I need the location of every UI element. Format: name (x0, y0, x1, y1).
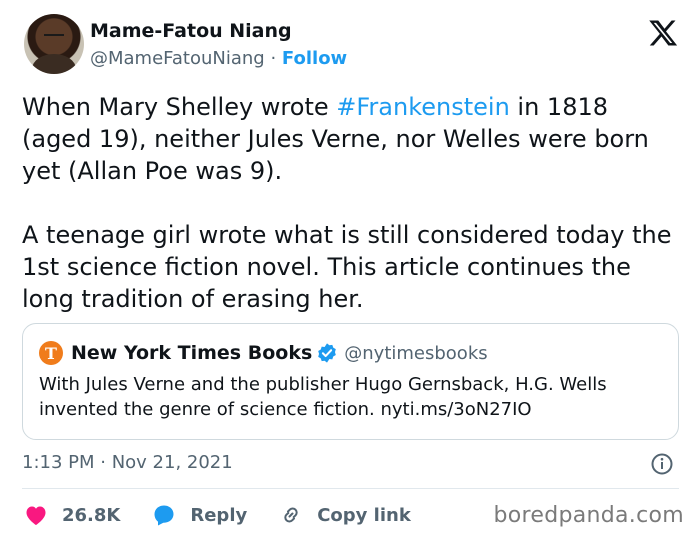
author-handle[interactable]: @MameFatouNiang (90, 48, 265, 69)
copy-link-label: Copy link (317, 504, 411, 526)
quoted-tweet-text: With Jules Verne and the publisher Hugo … (39, 374, 607, 420)
handle-separator: · (270, 48, 277, 69)
watermark: boredpanda.com (493, 503, 684, 528)
hashtag-link[interactable]: #Frankenstein (336, 93, 510, 121)
reply-bubble-icon (154, 505, 174, 526)
like-button[interactable]: 26.8K (24, 504, 120, 526)
copy-link-button[interactable]: Copy link (279, 503, 411, 527)
x-logo-icon[interactable] (648, 18, 678, 48)
info-icon[interactable] (650, 452, 674, 476)
quoted-author-handle[interactable]: @nytimesbooks (344, 343, 487, 364)
avatar-shoulders (32, 54, 76, 74)
tweet-text: When Mary Shelley wrote #Frankenstein in… (22, 91, 682, 315)
tweet-paragraph-1: When Mary Shelley wrote #Frankenstein in… (22, 91, 682, 187)
author-handle-row: @MameFatouNiang · Follow (90, 48, 347, 69)
avatar[interactable] (24, 14, 84, 74)
action-bar: 26.8K Reply Copy link (24, 500, 443, 530)
reply-label: Reply (190, 504, 248, 526)
quoted-tweet[interactable]: T New York Times Books @nytimesbooks Wit… (22, 323, 679, 440)
quoted-author-name[interactable]: New York Times Books (71, 342, 312, 364)
quoted-tweet-header: T New York Times Books @nytimesbooks (39, 340, 488, 366)
follow-button[interactable]: Follow (282, 48, 347, 69)
verified-badge-icon (318, 343, 337, 363)
tweet-text-part: When Mary Shelley wrote (22, 93, 337, 121)
tweet-paragraph-2: A teenage girl wrote what is still consi… (22, 221, 672, 313)
tweet-timestamp[interactable]: 1:13 PM · Nov 21, 2021 (22, 452, 233, 473)
reply-button[interactable]: Reply (152, 503, 247, 527)
divider (22, 488, 679, 489)
author-name[interactable]: Mame-Fatou Niang (90, 20, 292, 42)
heart-icon (26, 506, 46, 525)
avatar-glasses (44, 34, 64, 39)
tweet-header: Mame-Fatou Niang @MameFatouNiang · Follo… (24, 14, 680, 80)
link-icon (284, 507, 298, 523)
nyt-logo-icon: T (39, 341, 63, 365)
like-count: 26.8K (62, 504, 121, 526)
